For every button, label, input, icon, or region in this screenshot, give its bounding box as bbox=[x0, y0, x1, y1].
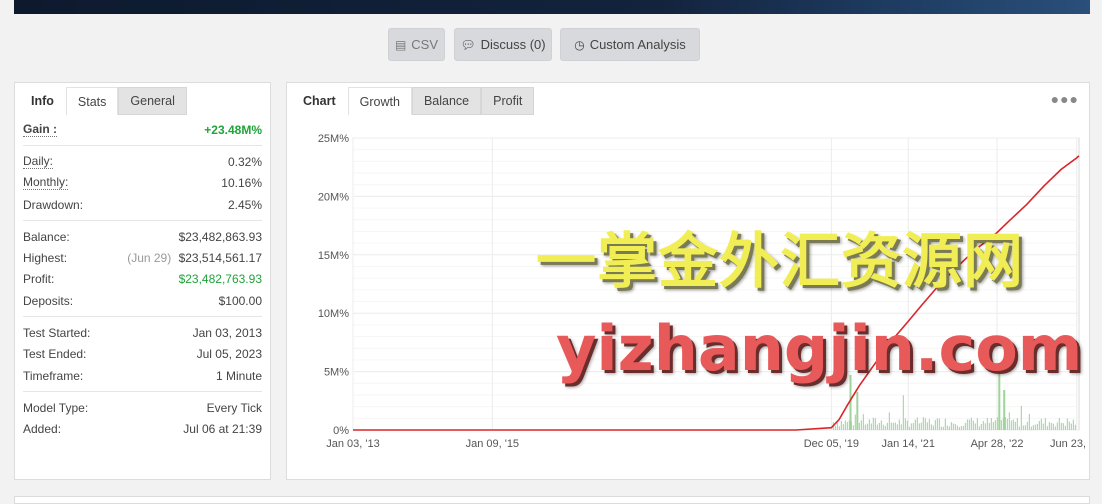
stat-deposits-value: $100.00 bbox=[218, 293, 262, 308]
stat-highest-group: (Jun 29) $23,514,561.17 bbox=[127, 251, 262, 265]
y-tick-label: 10M% bbox=[318, 308, 349, 320]
stat-test-started: Test Started: Jan 03, 2013 bbox=[23, 322, 262, 343]
stat-monthly-label[interactable]: Monthly: bbox=[23, 176, 69, 191]
stats-panel: Info Stats General Gain : +23.48M% Daily… bbox=[14, 82, 271, 480]
stat-highest-label: Highest: bbox=[23, 251, 68, 266]
bottom-panel-edge bbox=[14, 496, 1090, 504]
tab-profit[interactable]: Profit bbox=[481, 87, 535, 115]
stat-daily: Daily: 0.32% bbox=[23, 151, 262, 172]
divider bbox=[23, 145, 262, 147]
x-tick-label: Jan 14, '21 bbox=[882, 438, 935, 450]
stat-added: Added: Jul 06 at 21:39 bbox=[23, 419, 262, 440]
stat-highest-value: $23,514,561.17 bbox=[178, 251, 262, 266]
divider bbox=[23, 220, 262, 222]
x-tick-label: Jan 09, '15 bbox=[466, 438, 519, 450]
tab-balance[interactable]: Balance bbox=[411, 87, 482, 115]
stat-deposits: Deposits: $100.00 bbox=[23, 290, 262, 311]
stat-drawdown-value: 2.45% bbox=[227, 197, 262, 212]
divider bbox=[23, 391, 262, 393]
stat-test-started-value: Jan 03, 2013 bbox=[192, 326, 262, 341]
x-tick-label: Jan 03, '13 bbox=[326, 438, 379, 450]
tab-chart[interactable]: Chart bbox=[291, 87, 348, 115]
csv-button-label: CSV bbox=[411, 37, 439, 52]
plot-area bbox=[352, 137, 1080, 431]
y-tick-label: 5M% bbox=[324, 367, 349, 379]
growth-chart: 0% 5M% 10M% 15M% 20M% 25M% Jan 03, '13 Jan 09, … bbox=[295, 123, 1085, 473]
stat-timeframe-value: 1 Minute bbox=[215, 368, 262, 383]
ellipsis-icon[interactable]: ●●● bbox=[1051, 91, 1079, 107]
stat-profit-value: $23,482,763.93 bbox=[178, 272, 262, 287]
y-tick-label: 15M% bbox=[318, 250, 349, 262]
custom-analysis-button[interactable]: ◷ Custom Analysis bbox=[560, 28, 700, 61]
stat-daily-value: 0.32% bbox=[227, 154, 262, 169]
clock-icon: ◷ bbox=[574, 37, 585, 52]
stat-test-ended: Test Ended: Jul 05, 2023 bbox=[23, 344, 262, 365]
stat-gain: Gain : +23.48M% bbox=[23, 119, 262, 140]
discuss-button[interactable]: 💬︎ Discuss (0) bbox=[454, 28, 552, 61]
stat-model-type-value: Every Tick bbox=[206, 400, 262, 415]
stat-deposits-label: Deposits: bbox=[23, 293, 74, 308]
stat-monthly-value: 10.16% bbox=[221, 176, 262, 191]
custom-analysis-button-label: Custom Analysis bbox=[589, 37, 686, 52]
stat-test-ended-value: Jul 05, 2023 bbox=[196, 347, 262, 362]
stat-daily-label[interactable]: Daily: bbox=[23, 154, 54, 169]
stats-list: Gain : +23.48M% Daily: 0.32% Monthly: 10… bbox=[23, 119, 262, 440]
stat-drawdown: Drawdown: 2.45% bbox=[23, 194, 262, 215]
stat-profit: Profit: $23,482,763.93 bbox=[23, 269, 262, 290]
y-tick-label: 0% bbox=[333, 425, 349, 437]
chat-bubbles-icon: 💬︎ bbox=[460, 37, 476, 52]
stat-highest: Highest: (Jun 29) $23,514,561.17 bbox=[23, 247, 262, 268]
x-tick-label: Apr 28, '22 bbox=[971, 438, 1024, 450]
tab-general[interactable]: General bbox=[118, 87, 187, 115]
tab-growth[interactable]: Growth bbox=[347, 87, 412, 115]
y-tick-label: 25M% bbox=[318, 133, 349, 145]
csv-button[interactable]: ▤ CSV bbox=[388, 28, 445, 61]
stat-highest-date: (Jun 29) bbox=[127, 251, 172, 266]
stat-monthly: Monthly: 10.16% bbox=[23, 173, 262, 194]
csv-file-icon: ▤ bbox=[394, 37, 407, 52]
stat-model-type-label: Model Type: bbox=[23, 400, 89, 415]
toolbar: ▤ CSV 💬︎ Discuss (0) ◷ Custom Analysis bbox=[0, 28, 1102, 61]
y-tick-label: 20M% bbox=[318, 191, 349, 203]
stat-added-label: Added: bbox=[23, 422, 62, 437]
stat-gain-value: +23.48M% bbox=[204, 122, 262, 137]
chart-panel: Chart Growth Balance Profit ●●● 0% 5M% 10M… bbox=[286, 82, 1090, 480]
x-tick-label: Dec 05, '19 bbox=[804, 438, 859, 450]
stat-timeframe: Timeframe: 1 Minute bbox=[23, 365, 262, 386]
stat-gain-label[interactable]: Gain : bbox=[23, 122, 58, 137]
tab-stats[interactable]: Stats bbox=[65, 87, 119, 115]
stat-added-value: Jul 06 at 21:39 bbox=[183, 422, 262, 437]
stat-profit-label: Profit: bbox=[23, 272, 55, 287]
divider bbox=[23, 316, 262, 318]
stat-timeframe-label: Timeframe: bbox=[23, 368, 84, 383]
stats-panel-tabs: Info Stats General bbox=[19, 87, 266, 115]
top-banner bbox=[14, 0, 1090, 14]
stat-drawdown-label: Drawdown: bbox=[23, 197, 84, 212]
stat-balance: Balance: $23,482,863.93 bbox=[23, 226, 262, 247]
stat-test-started-label: Test Started: bbox=[23, 326, 91, 341]
growth-chart-svg: 0% 5M% 10M% 15M% 20M% 25M% Jan 03, '13 Jan 09, … bbox=[318, 133, 1085, 450]
stat-test-ended-label: Test Ended: bbox=[23, 347, 87, 362]
tab-info[interactable]: Info bbox=[19, 87, 66, 115]
stat-balance-value: $23,482,863.93 bbox=[178, 229, 262, 244]
chart-panel-tabs: Chart Growth Balance Profit bbox=[291, 87, 1085, 115]
discuss-button-label: Discuss (0) bbox=[480, 37, 546, 52]
stat-balance-label: Balance: bbox=[23, 229, 70, 244]
x-tick-label: Jun 23, '23 bbox=[1050, 438, 1085, 450]
stat-model-type: Model Type: Every Tick bbox=[23, 397, 262, 418]
